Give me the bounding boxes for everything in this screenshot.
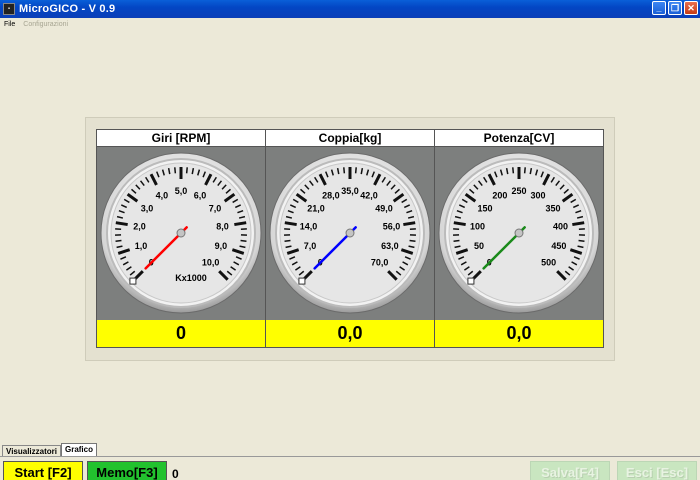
gauge-title: Potenza[CV] xyxy=(435,130,603,147)
gauge-unit-label: Kx1000 xyxy=(175,273,207,283)
gauge-value: 0 xyxy=(97,320,265,347)
gauge-tick-label: 49,0 xyxy=(375,203,393,213)
gauge-minor-tick xyxy=(284,239,291,243)
esci-button[interactable]: Esci [Esc] xyxy=(617,461,697,480)
gauge-minor-tick xyxy=(354,167,357,174)
gauge-tick-label: 7,0 xyxy=(209,203,222,213)
menu-bar: File Configurazioni xyxy=(0,18,700,30)
gauge-tick-label: 500 xyxy=(541,258,556,268)
gauge-dial: 050100150200250300350400450500 xyxy=(438,152,600,314)
gauge-major-tick xyxy=(403,221,416,227)
gauge-major-tick xyxy=(284,221,297,227)
gauge-tick-label: 150 xyxy=(478,203,493,213)
memo-button[interactable]: Memo[F3] xyxy=(87,461,167,480)
gauge-value: 0,0 xyxy=(266,320,434,347)
gauge-tick-label: 350 xyxy=(545,203,560,213)
gauge-major-tick xyxy=(572,221,585,227)
gauge-tick-label: 63,0 xyxy=(381,241,399,251)
menu-configurazioni[interactable]: Configurazioni xyxy=(19,21,72,28)
gauge-tick-label: 50 xyxy=(474,241,484,251)
gauge-tick-label: 21,0 xyxy=(307,203,325,213)
gauge-hub xyxy=(176,228,186,238)
gauge-tick-label: 3,0 xyxy=(141,203,154,213)
minimize-button[interactable]: _ xyxy=(652,1,666,15)
menu-file[interactable]: File xyxy=(0,21,19,28)
gauge-coppia: Coppia[kg] 07,014,021,028,035,042,049,05… xyxy=(265,129,435,348)
gauge-zero-marker xyxy=(129,277,137,285)
gauge-potenza: Potenza[CV] 0501001502002503003504004505… xyxy=(434,129,604,348)
gauge-tick-label: 450 xyxy=(551,241,566,251)
gauge-value: 0,0 xyxy=(435,320,603,347)
gauge-tick-label: 5,0 xyxy=(175,186,188,196)
window-title: MicroGICO - V 0.9 xyxy=(19,3,116,15)
gauge-tick-label: 28,0 xyxy=(322,191,340,201)
gauge-dial: 01,02,03,04,05,06,07,08,09,010,0Kx1000 xyxy=(100,152,262,314)
salva-button[interactable]: Salva[F4] xyxy=(530,461,610,480)
gauge-major-tick xyxy=(234,221,247,227)
gauge-minor-tick xyxy=(578,239,585,243)
gauge-tick-label: 35,0 xyxy=(341,186,359,196)
gauge-minor-tick xyxy=(523,167,526,174)
gauge-tick-label: 2,0 xyxy=(133,221,146,231)
gauge-panel: Giri [RPM] 01,02,03,04,05,06,07,08,09,01… xyxy=(85,117,615,361)
gauge-tick-label: 1,0 xyxy=(135,241,148,251)
gauge-tick-label: 14,0 xyxy=(300,221,318,231)
gauge-zero-marker xyxy=(298,277,306,285)
gauge-tick-label: 10,0 xyxy=(202,258,220,268)
gauge-tick-label: 56,0 xyxy=(383,221,401,231)
gauge-major-tick xyxy=(453,221,466,227)
start-button[interactable]: Start [F2] xyxy=(3,461,83,480)
gauge-title: Giri [RPM] xyxy=(97,130,265,147)
gauge-hub xyxy=(345,228,355,238)
gauge-minor-tick xyxy=(409,239,416,243)
gauge-minor-tick xyxy=(115,239,122,243)
gauge-tick-label: 42,0 xyxy=(360,191,378,201)
gauge-tick-label: 7,0 xyxy=(304,241,317,251)
gauge-tick-label: 300 xyxy=(531,191,546,201)
gauge-minor-tick xyxy=(343,167,346,174)
window-controls: _ ❐ ✕ xyxy=(652,1,698,15)
gauge-title: Coppia[kg] xyxy=(266,130,434,147)
gauge-minor-tick xyxy=(185,167,188,174)
gauge-minor-tick xyxy=(512,167,515,174)
tab-divider xyxy=(0,456,700,457)
gauge-tick-label: 4,0 xyxy=(156,191,169,201)
gauge-zero-marker xyxy=(467,277,475,285)
gauge-tick-label: 8,0 xyxy=(216,221,229,231)
memo-count: 0 xyxy=(172,467,179,480)
gauge-minor-tick xyxy=(240,239,247,243)
gauge-tick-label: 400 xyxy=(553,221,568,231)
gauge-tick-label: 100 xyxy=(470,221,485,231)
gauge-minor-tick xyxy=(174,167,177,174)
close-button[interactable]: ✕ xyxy=(684,1,698,15)
gauge-major-tick xyxy=(115,221,128,227)
app-icon: ▪ xyxy=(3,3,15,15)
tab-grafico[interactable]: Grafico xyxy=(60,443,97,457)
gauge-dial: 07,014,021,028,035,042,049,056,063,070,0 xyxy=(269,152,431,314)
maximize-button[interactable]: ❐ xyxy=(668,1,682,15)
title-bar: ▪ MicroGICO - V 0.9 _ ❐ ✕ xyxy=(0,0,700,18)
view-tabs: Visualizzatori Grafico xyxy=(2,443,97,457)
gauge-tick-label: 200 xyxy=(492,191,507,201)
gauge-tick-label: 70,0 xyxy=(371,258,389,268)
gauge-tick-label: 250 xyxy=(511,186,526,196)
gauge-tick-label: 6,0 xyxy=(194,191,207,201)
gauge-tick-label: 9,0 xyxy=(215,241,228,251)
gauge-rpm: Giri [RPM] 0 1,0 2,0 3,04,0 5,0 6,07,0 8,0 9,0 1… xyxy=(96,129,266,348)
gauge-hub xyxy=(514,228,524,238)
gauge-minor-tick xyxy=(453,239,460,243)
